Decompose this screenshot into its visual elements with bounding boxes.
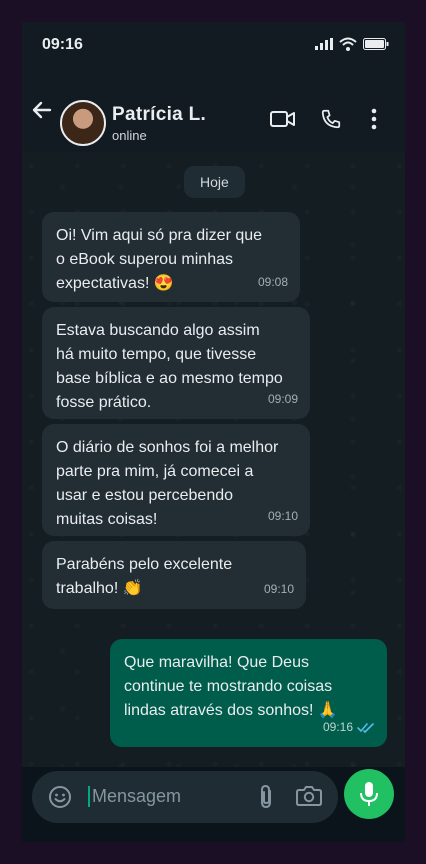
emoji-icon[interactable] bbox=[48, 785, 72, 809]
date-separator: Hoje bbox=[184, 166, 245, 198]
status-bar: 09:16 bbox=[22, 22, 405, 70]
message-text: Estava buscando algo assim há muito temp… bbox=[56, 322, 283, 411]
message-text: Oi! Vim aqui só pra dizer que o eBook su… bbox=[56, 227, 263, 292]
message-text: Parabéns pelo excelente trabalho! 👏 bbox=[56, 556, 233, 597]
message-input-placeholder[interactable]: Mensagem bbox=[88, 786, 181, 807]
signal-icon bbox=[315, 38, 333, 50]
message-bubble-incoming[interactable]: Parabéns pelo excelente trabalho! 👏 09:1… bbox=[42, 541, 306, 609]
message-text: Que maravilha! Que Deus continue te most… bbox=[124, 654, 338, 719]
message-bubble-outgoing[interactable]: Que maravilha! Que Deus continue te most… bbox=[110, 639, 387, 747]
message-bubble-incoming[interactable]: O diário de sonhos foi a melhor parte pr… bbox=[42, 424, 310, 536]
chat-area[interactable]: Hoje Oi! Vim aqui só pra dizer que o eBo… bbox=[22, 152, 405, 767]
message-time: 09:16 bbox=[323, 715, 375, 739]
message-time: 09:10 bbox=[267, 509, 298, 523]
voice-call-icon[interactable] bbox=[320, 108, 342, 130]
phone-screen: 09:16 Patrícia L. online Hoje Oi! Vim aq… bbox=[22, 22, 405, 842]
message-time: 09:08 bbox=[257, 275, 288, 289]
contact-status: online bbox=[112, 128, 147, 143]
mic-button[interactable] bbox=[344, 769, 394, 819]
contact-avatar[interactable] bbox=[60, 100, 106, 146]
wifi-icon bbox=[339, 37, 357, 51]
message-bubble-incoming[interactable]: Estava buscando algo assim há muito temp… bbox=[42, 307, 310, 419]
more-options-icon[interactable] bbox=[370, 108, 378, 130]
status-icons bbox=[315, 37, 389, 51]
message-composer: Mensagem bbox=[22, 767, 405, 842]
battery-icon bbox=[363, 38, 389, 50]
message-time: 09:10 bbox=[263, 582, 294, 596]
back-arrow-icon[interactable] bbox=[30, 98, 54, 122]
message-text: O diário de sonhos foi a melhor parte pr… bbox=[56, 439, 279, 528]
double-check-icon bbox=[357, 722, 374, 733]
chat-header: Patrícia L. online bbox=[22, 70, 405, 152]
message-time: 09:09 bbox=[267, 392, 298, 406]
video-call-icon[interactable] bbox=[270, 108, 296, 130]
camera-icon[interactable] bbox=[296, 785, 322, 807]
message-input-box[interactable]: Mensagem bbox=[32, 771, 338, 823]
microphone-icon bbox=[360, 782, 378, 806]
contact-name[interactable]: Patrícia L. bbox=[112, 104, 206, 126]
status-time: 09:16 bbox=[42, 36, 83, 53]
message-bubble-incoming[interactable]: Oi! Vim aqui só pra dizer que o eBook su… bbox=[42, 212, 300, 302]
attach-icon[interactable] bbox=[258, 784, 274, 810]
